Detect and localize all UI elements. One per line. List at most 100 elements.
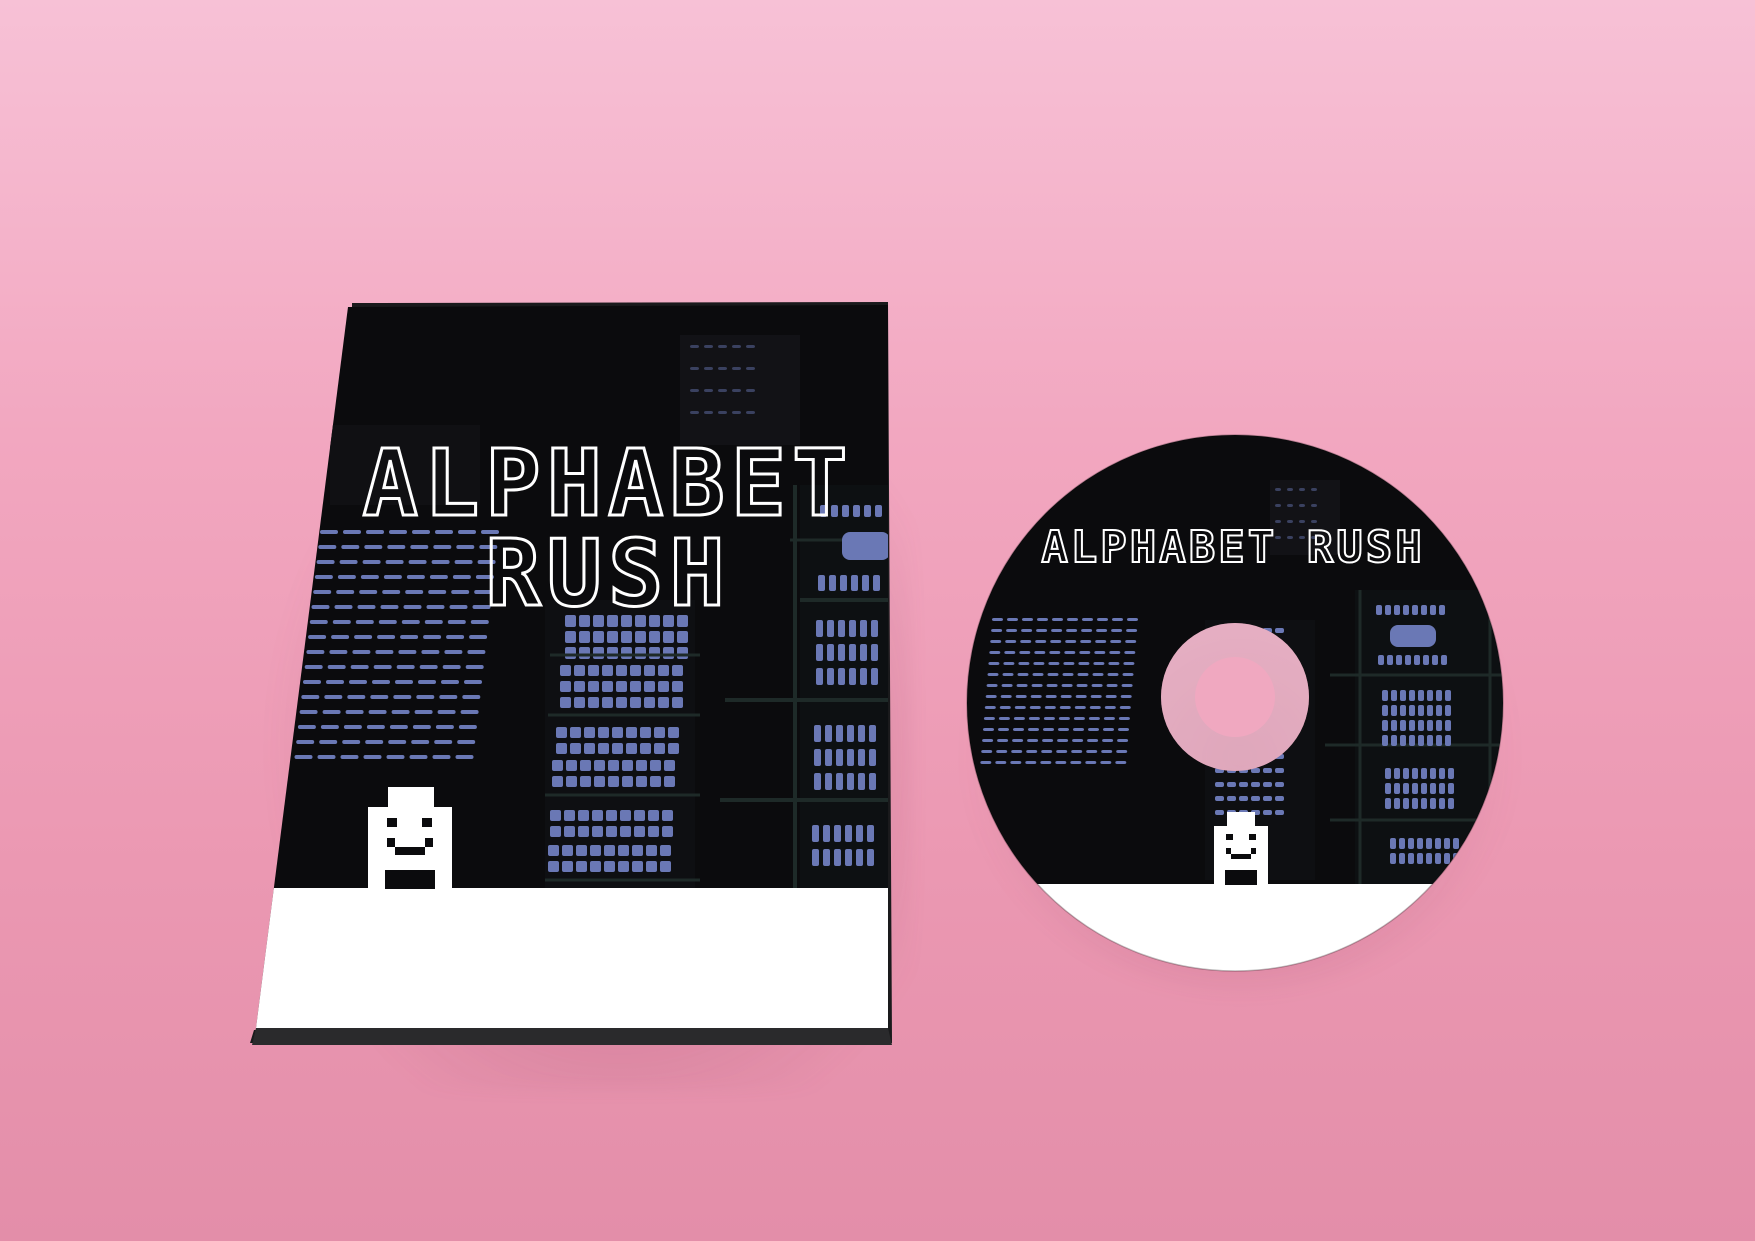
window	[986, 684, 998, 687]
window	[1287, 504, 1293, 507]
window	[1299, 488, 1305, 491]
window	[1042, 739, 1054, 742]
window	[980, 761, 992, 764]
window	[998, 728, 1009, 731]
window	[1035, 640, 1047, 643]
window	[1426, 838, 1432, 849]
window	[1017, 673, 1029, 676]
window	[1086, 750, 1098, 753]
window	[1058, 717, 1070, 720]
window	[1043, 728, 1054, 731]
window	[988, 662, 1000, 665]
window	[1403, 768, 1409, 779]
window	[1111, 629, 1123, 632]
window	[1020, 640, 1032, 643]
window	[1112, 618, 1123, 621]
window	[1391, 735, 1397, 746]
window	[1427, 735, 1433, 746]
window	[1444, 838, 1450, 849]
window	[1215, 782, 1224, 787]
window	[1037, 618, 1048, 621]
window	[1453, 838, 1459, 849]
window	[1385, 605, 1391, 615]
window	[1080, 640, 1092, 643]
window	[1439, 768, 1445, 779]
window	[991, 629, 1003, 632]
window	[1021, 629, 1033, 632]
window	[1034, 651, 1046, 654]
window	[1071, 750, 1083, 753]
window	[987, 673, 999, 676]
window	[1066, 629, 1078, 632]
window	[1033, 662, 1045, 665]
window	[1448, 768, 1454, 779]
window	[984, 706, 996, 709]
window	[1426, 853, 1432, 864]
window	[983, 717, 995, 720]
window	[1441, 655, 1447, 665]
window	[1030, 695, 1042, 698]
window	[1016, 684, 1028, 687]
window	[1421, 783, 1427, 794]
window	[1026, 750, 1038, 753]
window	[1088, 728, 1099, 731]
window	[1002, 673, 1014, 676]
window	[1046, 684, 1058, 687]
window	[1421, 798, 1427, 809]
window	[1096, 629, 1108, 632]
window	[1025, 761, 1037, 764]
window	[1075, 695, 1087, 698]
window	[1094, 651, 1106, 654]
window	[1070, 761, 1082, 764]
window	[1412, 798, 1418, 809]
window	[1015, 695, 1027, 698]
window	[1390, 853, 1396, 864]
window	[1005, 640, 1017, 643]
window	[1063, 662, 1075, 665]
window	[997, 739, 1009, 742]
window	[1275, 782, 1284, 787]
window	[982, 739, 994, 742]
window	[1275, 768, 1284, 773]
window	[1115, 761, 1127, 764]
window	[1445, 705, 1451, 716]
window	[1056, 750, 1068, 753]
window	[1417, 853, 1423, 864]
window	[996, 750, 1008, 753]
window	[1408, 838, 1414, 849]
window	[1412, 783, 1418, 794]
window	[1396, 655, 1402, 665]
window	[1014, 706, 1026, 709]
window	[1418, 690, 1424, 701]
window	[1385, 798, 1391, 809]
window	[1394, 783, 1400, 794]
window	[1082, 618, 1093, 621]
window	[1430, 768, 1436, 779]
window	[1263, 782, 1272, 787]
window	[1006, 629, 1018, 632]
window	[1436, 705, 1442, 716]
window	[1436, 690, 1442, 701]
window	[1390, 838, 1396, 849]
window	[1073, 728, 1084, 731]
window	[1091, 684, 1103, 687]
window	[1378, 655, 1384, 665]
disc-title: ALPHABET RUSH	[1041, 522, 1424, 573]
window	[1399, 853, 1405, 864]
window	[1041, 750, 1053, 753]
window	[1311, 504, 1317, 507]
window	[1400, 690, 1406, 701]
window	[1227, 796, 1236, 801]
window	[1067, 618, 1078, 621]
window	[1421, 768, 1427, 779]
window	[1412, 605, 1418, 615]
window	[1382, 720, 1388, 731]
window	[1435, 838, 1441, 849]
window	[1439, 798, 1445, 809]
window	[1287, 488, 1293, 491]
window	[1089, 706, 1101, 709]
window	[1418, 735, 1424, 746]
window	[1432, 655, 1438, 665]
window	[1408, 853, 1414, 864]
window	[998, 717, 1010, 720]
